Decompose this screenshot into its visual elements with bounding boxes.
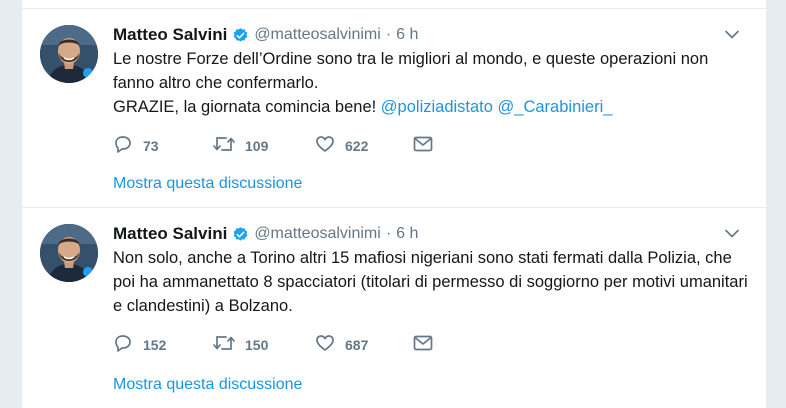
tweet-text-line: Le nostre Forze dell’Ordine sono tra le … — [113, 50, 709, 92]
show-thread-link[interactable]: Mostra questa discussione — [113, 175, 302, 193]
like-count: 687 — [345, 337, 369, 353]
chevron-down-icon[interactable] — [724, 226, 740, 240]
tweet-text-line: Non solo, anche a Torino altri 15 mafios… — [113, 249, 748, 315]
heart-icon — [315, 134, 335, 159]
timeline: Matteo Salvini @matteosalvinimi · 6 h Le… — [22, 0, 766, 408]
mention-link[interactable]: @_Carabinieri_ — [498, 98, 613, 116]
retweet-icon — [213, 134, 235, 159]
separator-dot: · — [385, 26, 392, 43]
like-button[interactable]: 622 — [315, 133, 413, 159]
reply-icon — [113, 333, 133, 358]
retweet-button[interactable]: 109 — [213, 133, 315, 159]
chevron-down-icon[interactable] — [724, 27, 740, 41]
tweet-text: Le nostre Forze dell’Ordine sono tra le … — [113, 47, 753, 119]
tweet-actions: 152 150 687 — [113, 332, 443, 358]
direct-message-button[interactable] — [413, 133, 443, 159]
reply-button[interactable]: 73 — [113, 133, 213, 159]
author-name[interactable]: Matteo Salvini — [113, 25, 227, 45]
author-handle[interactable]: @matteosalvinimi — [254, 26, 381, 44]
reply-icon — [113, 134, 133, 159]
mention-link[interactable]: @poliziadistato — [381, 98, 493, 116]
reply-button[interactable]: 152 — [113, 332, 213, 358]
show-thread-link[interactable]: Mostra questa discussione — [113, 376, 302, 394]
author-handle[interactable]: @matteosalvinimi — [254, 225, 381, 243]
tweet-header: Matteo Salvini @matteosalvinimi · 6 h — [113, 23, 418, 47]
envelope-icon — [413, 135, 433, 158]
avatar[interactable] — [40, 25, 98, 83]
direct-message-button[interactable] — [413, 332, 443, 358]
reply-count: 73 — [143, 138, 159, 154]
like-button[interactable]: 687 — [315, 332, 413, 358]
separator-dot: · — [385, 225, 392, 242]
retweet-button[interactable]: 150 — [213, 332, 315, 358]
retweet-count: 150 — [245, 337, 269, 353]
tweet-text-plain: GRAZIE, la giornata comincia bene! — [113, 98, 381, 116]
timeline-top-edge — [22, 0, 766, 9]
verified-badge-icon — [232, 27, 249, 44]
retweet-icon — [213, 333, 235, 358]
tweet-text-line: GRAZIE, la giornata comincia bene! @poli… — [113, 95, 753, 119]
tweet-text: Non solo, anche a Torino altri 15 mafios… — [113, 246, 753, 318]
verified-badge-icon — [232, 226, 249, 243]
tweet[interactable]: Matteo Salvini @matteosalvinimi · 6 h Le… — [22, 9, 766, 207]
tweet-actions: 73 109 622 — [113, 133, 443, 159]
timestamp[interactable]: 6 h — [396, 26, 418, 44]
tweet-header: Matteo Salvini @matteosalvinimi · 6 h — [113, 222, 418, 246]
like-count: 622 — [345, 138, 369, 154]
timestamp[interactable]: 6 h — [396, 225, 418, 243]
envelope-icon — [413, 334, 433, 357]
reply-count: 152 — [143, 337, 167, 353]
tweet[interactable]: Matteo Salvini @matteosalvinimi · 6 h No… — [22, 208, 766, 408]
author-name[interactable]: Matteo Salvini — [113, 224, 227, 244]
avatar[interactable] — [40, 224, 98, 282]
heart-icon — [315, 333, 335, 358]
retweet-count: 109 — [245, 138, 269, 154]
